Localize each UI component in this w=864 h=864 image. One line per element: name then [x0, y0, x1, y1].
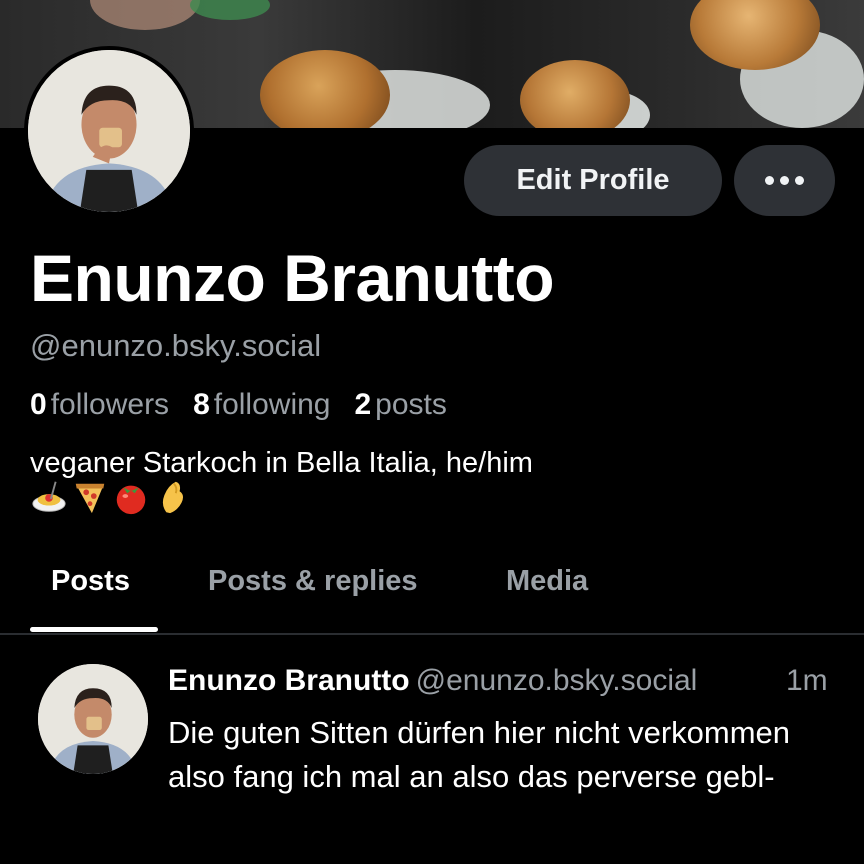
- profile-stats: 0 followers 8 following 2 posts: [30, 388, 471, 422]
- profile-avatar[interactable]: [24, 46, 194, 216]
- pinched-fingers-icon: [162, 481, 184, 514]
- post-author-avatar[interactable]: [38, 664, 148, 774]
- following-count: 8: [193, 388, 210, 421]
- profile-bio: veganer Starkoch in Bella Italia, he/him: [30, 447, 533, 479]
- following-stat[interactable]: 8 following: [193, 388, 330, 422]
- post-author-handle[interactable]: @enunzo.bsky.social: [416, 664, 698, 697]
- followers-stat[interactable]: 0 followers: [30, 388, 169, 422]
- tomato-icon: [116, 485, 146, 515]
- posts-label: posts: [375, 388, 447, 421]
- active-tab-indicator: [30, 627, 158, 632]
- bio-emoji-row: [30, 478, 191, 516]
- pizza-icon: [75, 483, 105, 514]
- profile-tabs: Posts Posts & replies Media: [0, 555, 864, 635]
- more-options-button[interactable]: [734, 145, 835, 216]
- profile-handle: @enunzo.bsky.social: [30, 328, 322, 363]
- followers-label: followers: [50, 388, 170, 421]
- avatar-person-icon: [38, 664, 148, 774]
- posts-stat: 2 posts: [354, 388, 446, 422]
- ellipsis-icon: [762, 176, 807, 185]
- banner-burger: [520, 60, 630, 128]
- post-author-name[interactable]: Enunzo Branutto: [168, 664, 410, 697]
- tabs-divider: [0, 633, 864, 635]
- edit-profile-button[interactable]: Edit Profile: [464, 145, 722, 216]
- banner-burger: [260, 50, 390, 128]
- following-label: following: [213, 388, 331, 421]
- banner-hand: [90, 0, 200, 30]
- followers-count: 0: [30, 388, 47, 421]
- banner-wrapper-green: [190, 0, 270, 20]
- tab-posts-and-replies[interactable]: Posts & replies: [208, 565, 418, 598]
- posts-count: 2: [354, 388, 372, 421]
- post-timestamp[interactable]: 1m: [786, 664, 828, 698]
- post-header: Enunzo Branutto @enunzo.bsky.social: [168, 664, 697, 698]
- post-text[interactable]: Die guten Sitten dürfen hier nicht verko…: [168, 711, 848, 799]
- profile-display-name: Enunzo Branutto: [30, 241, 555, 315]
- avatar-person-icon: [28, 50, 190, 212]
- tab-media[interactable]: Media: [506, 565, 588, 598]
- spaghetti-icon: [32, 481, 66, 512]
- tab-posts[interactable]: Posts: [51, 565, 130, 598]
